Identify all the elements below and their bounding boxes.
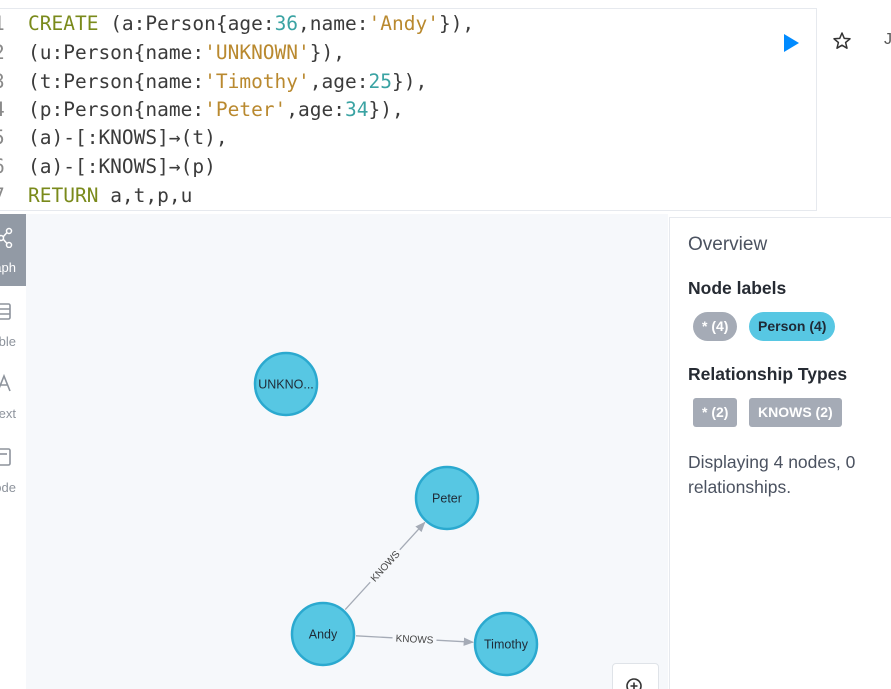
line-number: 2 xyxy=(0,38,11,67)
code-token: }), xyxy=(438,12,475,35)
tab-text-label: Text xyxy=(0,406,16,421)
tab-table[interactable]: Table xyxy=(0,288,26,360)
code-token: 25 xyxy=(368,70,392,93)
overview-summary: Displaying 4 nodes, 0 relationships. xyxy=(688,452,856,497)
text-icon xyxy=(0,373,11,392)
overview-title: Overview xyxy=(688,234,768,255)
code-token: }), xyxy=(309,41,346,64)
graph-icon xyxy=(0,227,13,248)
graph-canvas[interactable]: KNOWS KNOWS UNKNO... Peter Andy Timothy xyxy=(26,214,668,689)
code-token: (t:Person{name: xyxy=(28,70,205,93)
relationship-label: KNOWS xyxy=(395,633,434,646)
line-number: 4 xyxy=(0,95,11,124)
graph-node[interactable]: Peter xyxy=(414,465,480,531)
line-number: 1 xyxy=(0,9,11,38)
rel-type-knows-pill[interactable]: KNOWS (2) xyxy=(749,398,842,427)
node-label-all-pill[interactable]: * (4) xyxy=(693,312,738,341)
code-token: 34 xyxy=(345,98,369,121)
code-token: (a)-[:KNOWS]→(p) xyxy=(28,155,216,178)
graph-visualization[interactable]: KNOWS KNOWS UNKNO... Peter Andy Timothy xyxy=(26,214,668,689)
code-token: 'Timothy' xyxy=(204,70,310,93)
favorite-button[interactable] xyxy=(831,30,853,52)
code-text: (u:Person{name:'UNKNOWN'}), xyxy=(28,38,345,67)
code-token: (u:Person{name: xyxy=(28,41,205,64)
code-token: ,age: xyxy=(309,70,369,93)
tab-table-label: Table xyxy=(0,334,16,349)
graph-node[interactable]: UNKNO... xyxy=(253,351,319,417)
node-labels-heading: Node labels xyxy=(688,278,787,298)
code-text: CREATE (a:Person{age:36,name:'Andy'}), xyxy=(28,9,474,38)
tab-code-label: Code xyxy=(0,480,16,495)
table-icon xyxy=(0,303,11,320)
result-view-tabs: Graph Table Text Code xyxy=(0,214,26,689)
code-token: ,age: xyxy=(286,98,345,121)
code-text: RETURN a,t,p,u xyxy=(28,181,192,210)
node-caption: UNKNO... xyxy=(258,378,314,392)
code-token: }), xyxy=(368,98,404,121)
node-label-person-pill[interactable]: Person (4) xyxy=(749,312,836,341)
rel-type-all-pill[interactable]: * (2) xyxy=(693,398,738,427)
zoom-in-icon xyxy=(626,678,642,689)
tab-graph-label: Graph xyxy=(0,260,16,275)
code-token: 'Peter' xyxy=(204,98,287,121)
code-token: 'UNKNOWN' xyxy=(204,41,310,64)
code-token: CREATE xyxy=(28,12,99,35)
code-token: a,t,p,u xyxy=(98,184,193,207)
zoom-in-button[interactable] xyxy=(612,663,659,689)
code-text: (t:Person{name:'Timothy',age:25}), xyxy=(28,67,427,96)
tab-text[interactable]: Text xyxy=(0,360,26,432)
play-icon xyxy=(784,34,799,52)
code-token: RETURN xyxy=(28,184,99,207)
graph-node[interactable]: Andy xyxy=(290,601,356,667)
node-caption: Andy xyxy=(309,628,338,642)
code-token: 36 xyxy=(274,12,299,35)
node-caption: Peter xyxy=(432,492,462,506)
tab-graph[interactable]: Graph xyxy=(0,214,26,286)
star-icon xyxy=(833,32,851,49)
query-editor[interactable]: 1CREATE (a:Person{age:36,name:'Andy'}),2… xyxy=(0,8,891,211)
line-number: 7 xyxy=(0,181,11,210)
more-button[interactable]: J xyxy=(884,31,891,49)
tab-code[interactable]: Code xyxy=(0,434,26,506)
relationship-label: KNOWS xyxy=(369,549,403,585)
graph-node[interactable]: Timothy xyxy=(473,611,539,677)
overview-panel: Overview Node labels * (4) Person (4) Re… xyxy=(669,217,891,689)
code-text: (a)-[:KNOWS]→(p) xyxy=(28,152,216,181)
code-token: }), xyxy=(391,70,428,93)
code-token: (p:Person{name: xyxy=(28,98,205,121)
code-token: (a)-[:KNOWS]→(t), xyxy=(28,126,228,149)
relationship-types-heading: Relationship Types xyxy=(688,364,848,384)
code-token: (a:Person{age: xyxy=(98,12,275,35)
line-number: 6 xyxy=(0,152,11,181)
line-number: 3 xyxy=(0,67,11,96)
run-button[interactable] xyxy=(779,31,803,55)
node-caption: Timothy xyxy=(484,638,529,652)
code-icon xyxy=(0,448,11,466)
code-token: 'Andy' xyxy=(368,12,439,35)
code-text: (p:Person{name:'Peter',age:34}), xyxy=(28,95,404,124)
line-number: 5 xyxy=(0,123,11,152)
code-text: (a)-[:KNOWS]→(t), xyxy=(28,123,228,152)
code-token: ,name: xyxy=(298,12,369,35)
